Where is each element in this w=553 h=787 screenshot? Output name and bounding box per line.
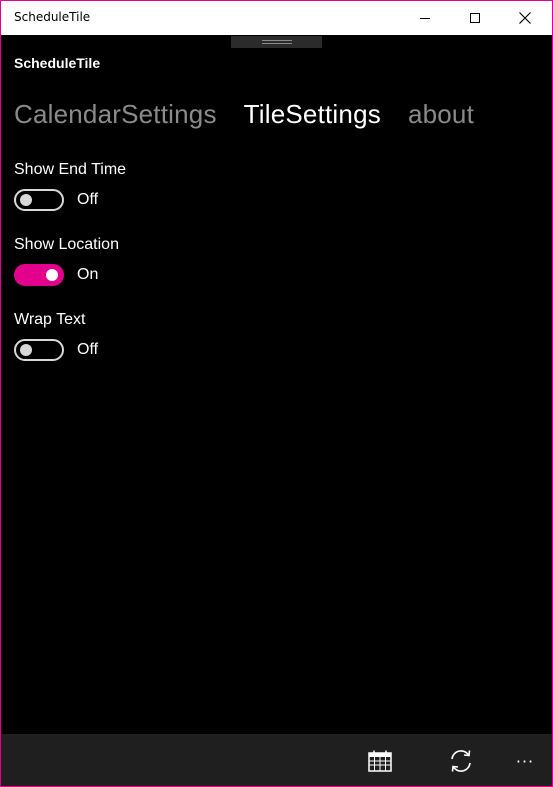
toggle-state-text: Off: [77, 191, 99, 208]
toggle-row: On: [14, 264, 119, 286]
sync-button[interactable]: [447, 747, 475, 775]
minimize-button[interactable]: [402, 1, 448, 35]
calendar-button[interactable]: [366, 747, 394, 775]
setting-show-end-time: Show End Time Off: [14, 161, 126, 211]
show-location-toggle[interactable]: [14, 264, 64, 286]
toggle-state-text: On: [77, 266, 99, 283]
tab-calendar-settings[interactable]: CalendarSettings: [14, 99, 217, 130]
toggle-row: Off: [14, 339, 98, 361]
setting-label: Show End Time: [14, 161, 127, 178]
app-window: ScheduleTile ScheduleTile CalendarSettin…: [0, 0, 553, 787]
more-icon: ···: [515, 751, 535, 771]
more-button[interactable]: ···: [511, 747, 539, 775]
title-bar[interactable]: ScheduleTile: [1, 1, 552, 35]
tab-about[interactable]: about: [408, 99, 474, 130]
sync-icon: [451, 750, 471, 772]
bottom-app-bar: ···: [1, 734, 552, 786]
window-title: ScheduleTile: [14, 10, 91, 24]
toggle-knob: [20, 344, 32, 356]
setting-show-location: Show Location On: [14, 236, 119, 286]
pivot-header: CalendarSettings TileSettings about: [14, 99, 501, 130]
toggle-knob: [46, 269, 58, 281]
calendar-icon: [368, 750, 392, 772]
setting-label: Wrap Text: [14, 311, 86, 328]
wrap-text-toggle[interactable]: [14, 339, 64, 361]
maximize-button[interactable]: [452, 1, 498, 35]
show-end-time-toggle[interactable]: [14, 189, 64, 211]
maximize-icon: [470, 13, 480, 23]
app-title: ScheduleTile: [14, 55, 101, 71]
drag-handle[interactable]: [231, 36, 322, 48]
setting-label: Show Location: [14, 236, 119, 253]
toggle-knob: [20, 194, 32, 206]
toggle-state-text: Off: [77, 341, 99, 358]
close-button[interactable]: [502, 1, 548, 35]
tab-tile-settings[interactable]: TileSettings: [244, 99, 381, 130]
setting-wrap-text: Wrap Text Off: [14, 311, 98, 361]
close-icon: [519, 12, 531, 24]
toggle-row: Off: [14, 189, 126, 211]
minimize-icon: [420, 17, 430, 19]
